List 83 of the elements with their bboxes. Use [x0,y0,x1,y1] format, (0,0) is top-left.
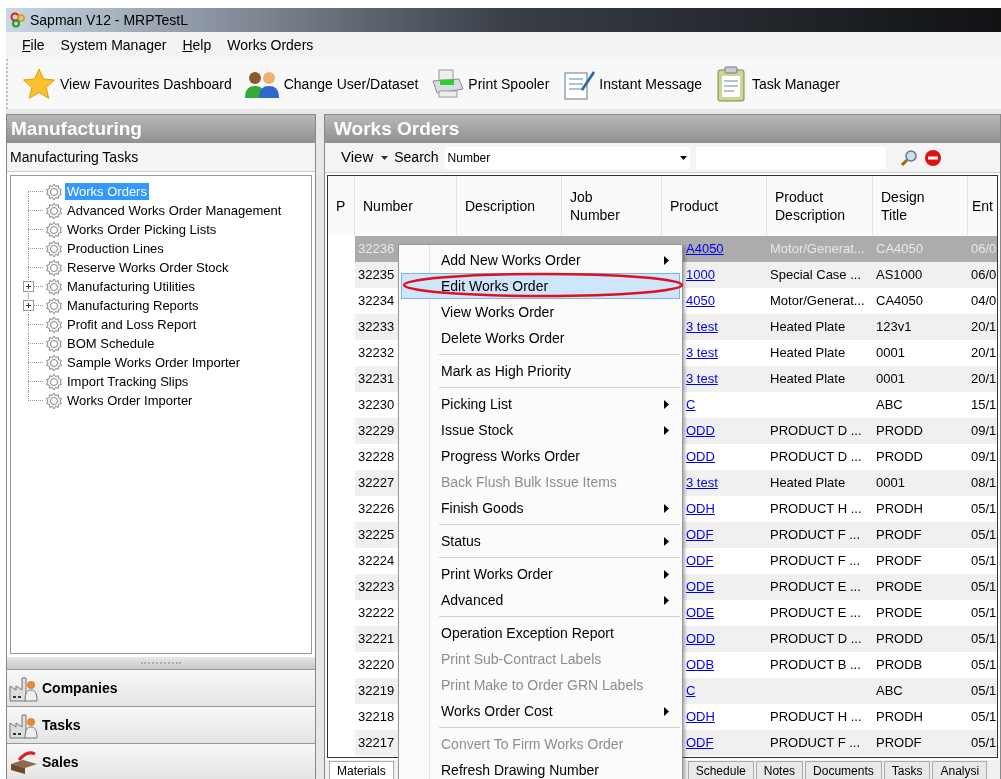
table-cell: 32221 [358,631,395,647]
table-cell: 32223 [358,579,395,595]
panel-subtitle: Manufacturing Tasks [7,143,315,172]
window-title: Sapman V12 - MRPTestL [30,10,188,30]
panel-header: Manufacturing [7,115,315,143]
table-cell: PRODB [876,657,923,673]
table-cell: 09/1 [971,423,997,439]
table-cell: PRODUCT E ... [770,579,861,595]
search-label: Search [394,148,439,167]
table-cell: 32225 [358,527,395,543]
table-cell: 32222 [358,605,395,621]
table-cell: Motor/Generat... [770,241,865,257]
table-cell: Heated Plate [770,371,846,387]
table-cell: PRODUCT F ... [770,735,861,751]
table-cell: PRODD [876,449,923,465]
table-cell: 32235 [358,267,395,283]
table-cell: 06/0 [971,241,997,257]
table-cell: 32227 [358,475,395,491]
table-cell: 32219 [358,683,395,699]
table-cell: 20/1 [971,319,997,335]
table-cell: 0001 [876,345,905,361]
table-cell: 08/1 [971,475,997,491]
table-cell: 05/1 [971,553,997,569]
table-cell: 15/1 [971,397,997,413]
table-cell: 32217 [358,735,395,751]
table-cell: 20/1 [971,371,997,387]
table-cell: PRODUCT D ... [770,449,862,465]
table-cell: PRODD [876,631,923,647]
table-cell: PRODUCT D ... [770,423,862,439]
table-cell: 05/1 [971,579,997,595]
table-cell: Heated Plate [770,319,846,335]
table-cell: 20/1 [971,345,997,361]
table-cell: 05/1 [971,527,997,543]
table-cell: 0001 [876,475,905,491]
table-cell: PRODF [876,553,922,569]
table-cell: 0001 [876,371,905,387]
table-cell: 32236 [358,241,395,257]
table-cell: CA4050 [876,293,923,309]
table-cell: 123v1 [876,319,912,335]
table-cell: 05/1 [971,735,997,751]
table-cell: PRODUCT D ... [770,631,862,647]
table-cell: 05/1 [971,683,997,699]
table-cell: 05/1 [971,631,997,647]
table-cell: Special Case ... [770,267,862,283]
table-cell: 32226 [358,501,395,517]
table-cell: 32232 [358,345,395,361]
table-cell: 32220 [358,657,395,673]
table-cell: 09/1 [971,449,997,465]
table-cell: AS1000 [876,267,923,283]
table-cell: 32228 [358,449,395,465]
table-cell: 32218 [358,709,395,725]
table-cell: PRODUCT H ... [770,501,862,517]
table-cell: Heated Plate [770,475,846,491]
table-cell: PRODF [876,735,922,751]
table-cell: PRODUCT F ... [770,527,861,543]
table-cell: 32230 [358,397,395,413]
table-cell: 32231 [358,371,395,387]
table-cell: PRODE [876,605,923,621]
table-cell: PRODF [876,527,922,543]
table-cell: 06/0 [971,267,997,283]
table-cell: PRODD [876,423,923,439]
table-cell: Motor/Generat... [770,293,865,309]
table-cell: PRODE [876,579,923,595]
table-cell: 32224 [358,553,395,569]
table-cell: 05/1 [971,501,997,517]
table-cell: PRODH [876,501,923,517]
table-cell: 32234 [358,293,395,309]
table-cell: PRODH [876,709,923,725]
table-cell: 05/1 [971,605,997,621]
table-cell: ABC [876,397,903,413]
table-cell: CA4050 [876,241,923,257]
table-cell: 05/1 [971,657,997,673]
table-cell: 32229 [358,423,395,439]
table-cell: Heated Plate [770,345,846,361]
table-cell: 04/0 [971,293,997,309]
table-cell: 32233 [358,319,395,335]
table-cell: 05/1 [971,709,997,725]
table-cell: ABC [876,683,903,699]
panel-header: Works Orders [325,115,1000,143]
table-cell: PRODUCT H ... [770,709,862,725]
table-cell: PRODUCT E ... [770,605,861,621]
table-cell: PRODUCT B ... [770,657,861,673]
table-cell: PRODUCT F ... [770,553,861,569]
